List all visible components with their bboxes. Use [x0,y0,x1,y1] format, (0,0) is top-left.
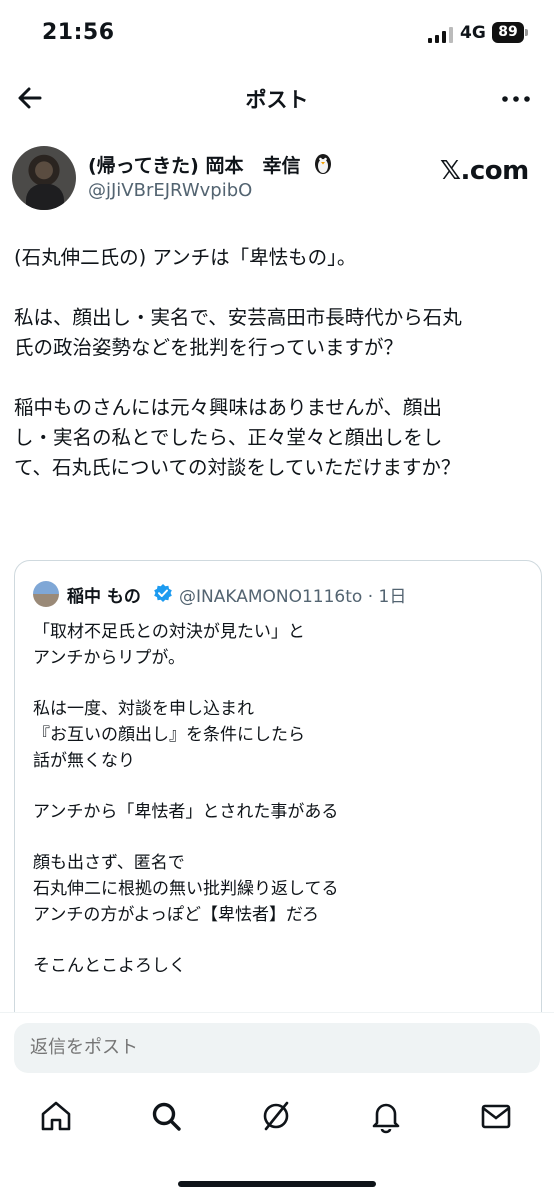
more-icon[interactable] [502,96,530,102]
status-time: 21:56 [42,20,115,45]
penguin-icon [315,154,331,174]
signal-icon [428,27,453,43]
author-handle[interactable]: @jJiVBrEJRWvpibO [88,180,252,201]
header: ポスト [0,70,554,128]
grok-icon[interactable] [258,1098,294,1134]
notifications-icon[interactable] [368,1098,404,1134]
quote-author-name: 稲中 もの [67,587,141,607]
battery-indicator: 89 [492,22,524,43]
post-detail-screen: 21:56 4G 89 ポスト (帰ってきた) 岡本 幸信 @jJiVBrEJR… [0,0,554,1199]
page-title: ポスト [245,88,309,112]
home-icon[interactable] [38,1098,74,1134]
x-logo: 𝕏.com [440,156,529,186]
status-bar: 21:56 4G 89 [0,0,554,70]
post-paragraph: 私は、顔出し・実名で、安芸高田市長時代から石丸 氏の政治姿勢などを批判を行ってい… [14,306,462,359]
quote-paragraph: 私は一度、対談を申し込まれ 『お互いの顔出し』を条件にしたら 話が無くなり [33,699,305,771]
battery-tip [525,29,528,36]
reply-bar [0,1012,554,1084]
post-body: (石丸伸二氏の) アンチは「卑怯もの」。 私は、顔出し・実名で、安芸高田市長時代… [14,243,544,513]
quote-paragraph: アンチから「卑怯者」とされた事がある [33,802,339,822]
quote-paragraph: 顔も出さず、匿名で 石丸伸二に根拠の無い批判繰り返してる アンチの方がよっぽど【… [33,853,339,925]
quote-paragraph: そこんとこよろしく [33,956,186,976]
messages-icon[interactable] [478,1098,514,1134]
avatar[interactable] [12,146,76,210]
quote-avatar[interactable] [33,581,59,607]
author-name[interactable]: (帰ってきた) 岡本 幸信 [88,151,300,178]
quoted-post[interactable]: 稲中 もの @INAKAMONO1116to · 1日 「取材不足氏との対決が見… [14,560,542,1080]
verified-badge-icon [154,584,172,602]
quote-body: 「取材不足氏との対決が見たい」と アンチからリプが。 私は一度、対談を申し込まれ… [33,619,533,1004]
reply-input[interactable] [14,1023,540,1073]
network-label: 4G [460,23,486,43]
post-paragraph: (石丸伸二氏の) アンチは「卑怯もの」。 [14,246,357,269]
quote-paragraph: 「取材不足氏との対決が見たい」と アンチからリプが。 [33,622,305,668]
quote-author-handle: @INAKAMONO1116to · 1日 [179,587,407,607]
post-paragraph: 稲中ものさんには元々興味はありませんが、顔出 し・実名の私とでしたら、正々堂々と… [14,396,461,479]
home-indicator [178,1181,376,1187]
avatar-figure [26,184,64,210]
search-icon[interactable] [148,1098,184,1134]
